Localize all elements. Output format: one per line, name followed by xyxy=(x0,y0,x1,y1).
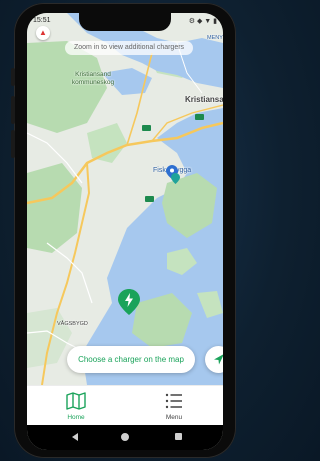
status-icons: ⚙ ◆ ▼ ▮ xyxy=(188,18,217,25)
locate-me-button[interactable] xyxy=(205,346,223,373)
app-screen: MENY Kristiansand kommuneskog Kristiansa… xyxy=(27,13,223,450)
ev-charger-pin-icon[interactable] xyxy=(118,289,140,315)
list-icon xyxy=(165,393,182,409)
nav-menu-label: Menu xyxy=(165,414,183,421)
teal-marker-icon[interactable] xyxy=(171,173,180,184)
nav-home-label: Home xyxy=(67,414,85,421)
map-label-kristiansand: Kristiansa xyxy=(185,95,223,104)
status-time: 15:51 xyxy=(33,17,51,24)
bottom-nav: Home Menu xyxy=(27,385,223,426)
map-label-meny: MENY xyxy=(207,35,223,41)
home-circle-icon[interactable] xyxy=(121,433,129,441)
phone-side-button xyxy=(11,68,15,86)
map-icon xyxy=(66,392,86,410)
recent-apps-icon[interactable] xyxy=(175,433,182,440)
back-icon[interactable] xyxy=(71,433,79,441)
system-nav-bar xyxy=(27,425,223,450)
nav-home[interactable]: Home xyxy=(27,386,125,426)
nav-menu[interactable]: Menu xyxy=(125,386,223,426)
compass-icon[interactable]: ▲ xyxy=(36,26,50,40)
zoom-hint-banner: Zoom in to view additional chargers xyxy=(65,41,193,55)
navigation-arrow-icon xyxy=(214,354,223,365)
choose-charger-button[interactable]: Choose a charger on the map xyxy=(67,346,195,373)
camera-notch xyxy=(79,13,171,31)
map-canvas[interactable] xyxy=(27,13,223,385)
map-view[interactable]: MENY Kristiansand kommuneskog Kristiansa… xyxy=(27,13,223,385)
phone-side-button xyxy=(11,96,15,124)
map-label-kristiansand-kommuneskog: Kristiansand kommuneskog xyxy=(71,71,115,86)
phone-side-button xyxy=(11,130,15,158)
map-label-vagsbygd: VÅGSBYGD xyxy=(57,321,88,327)
